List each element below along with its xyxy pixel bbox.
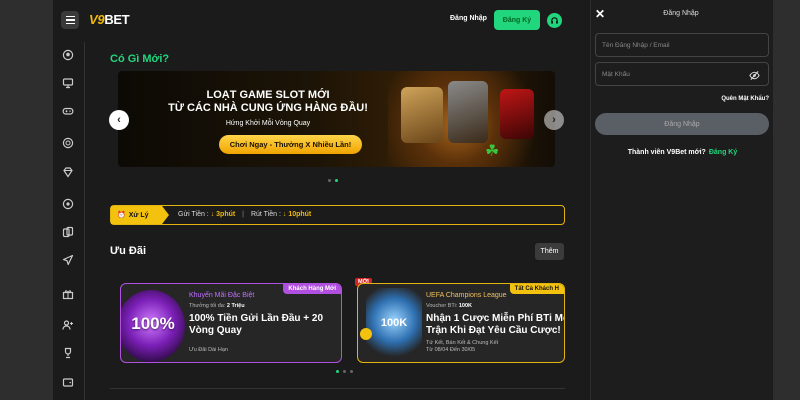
login-panel-title: Đăng Nhập — [663, 10, 699, 17]
promotions-title: Ưu Đãi — [110, 245, 147, 257]
whats-new-title: Có Gì Mới? — [110, 53, 170, 65]
banner-prev-button[interactable]: ‹ — [109, 110, 129, 130]
more-promotions-button[interactable]: Thêm — [535, 243, 564, 260]
promo-voucher: Voucher BTi: 100K — [426, 303, 472, 309]
processing-tag-label: Xử Lý — [128, 211, 149, 219]
password-input[interactable] — [595, 62, 769, 86]
banner-next-button[interactable]: › — [544, 110, 564, 130]
promo-dot[interactable] — [343, 370, 346, 373]
mummy-character-image — [401, 87, 443, 143]
promo-art-text: 100% — [131, 314, 175, 333]
login-submit-button[interactable]: Đăng Nhập — [595, 113, 769, 135]
banner-dot[interactable] — [328, 179, 331, 182]
sports-ball-icon[interactable] — [61, 48, 75, 62]
withdraw-label: Rút Tiền : — [250, 211, 281, 218]
promo-minor-value: 100K — [458, 303, 472, 309]
promo-headline: Nhận 1 Cược Miễn Phí BTi Mỗi Trận Khi Đạ… — [426, 313, 565, 336]
logo-suffix: BET — [104, 12, 130, 27]
rocket-icon[interactable] — [61, 253, 75, 267]
clover-icon: ☘ — [485, 143, 500, 160]
processing-times: Gửi Tiền : ↓ 3phút | Rút Tiền : ↓ 10phút — [178, 211, 311, 218]
monitor-icon[interactable] — [61, 76, 75, 90]
add-user-icon[interactable] — [61, 318, 75, 332]
coin-icon — [360, 328, 372, 340]
new-member-prompt: Thành viên V9Bet mới? Đăng Ký — [591, 149, 773, 156]
promo-footer-line: Từ 08/04 Đến 30/05 — [426, 347, 476, 353]
promo-tag: Khách Hàng Mới — [283, 284, 341, 294]
gentleman-character-image — [500, 89, 534, 139]
ticker-divider: | — [242, 211, 244, 218]
gamepad-icon[interactable] — [61, 104, 75, 118]
slot-promo-banner[interactable]: ☘ LOẠT GAME SLOT MỚI TỪ CÁC NHÀ CUNG ỨNG… — [118, 71, 555, 167]
promo-pagination — [336, 370, 353, 373]
promo-footer-line: Tứ Kết, Bán Kết & Chung Kết — [426, 340, 499, 346]
promo-dot-active[interactable] — [336, 370, 339, 373]
eye-off-icon[interactable] — [749, 68, 761, 80]
banner-cta-button[interactable]: Chơi Ngay - Thưởng X Nhiều Lần! — [219, 135, 362, 154]
clock-icon: ⏰ — [117, 212, 126, 219]
forgot-password-link[interactable]: Quên Mật Khẩu? — [721, 96, 769, 102]
section-divider — [110, 388, 565, 389]
promo-kicker: Khuyến Mãi Đặc Biệt — [189, 292, 255, 299]
page-margin-left — [0, 0, 53, 400]
deposit-time: ↓ 3phút — [210, 211, 236, 218]
logo[interactable]: V9BET — [89, 12, 130, 27]
promo-dot[interactable] — [350, 370, 353, 373]
top-bar: V9BET Đăng Nhập Đăng Ký — [53, 0, 590, 42]
promo-card-welcome[interactable]: 100% Khách Hàng Mới Khuyến Mãi Đặc Biệt … — [120, 283, 342, 363]
promo-art-text: 100K — [380, 317, 408, 329]
promo-footer: Tứ Kết, Bán Kết & Chung Kết Từ 08/04 Đến… — [426, 340, 498, 354]
banner-dot-active[interactable] — [335, 179, 338, 182]
promo-minor-value: 2 Triệu — [226, 303, 245, 309]
promo-footer: Ưu Đãi Dài Hạn — [189, 347, 228, 354]
gift-icon[interactable] — [61, 287, 75, 301]
withdraw-time: ↓ 10phút — [282, 211, 312, 218]
logo-prefix: V9 — [89, 12, 105, 27]
cards-icon[interactable] — [61, 225, 75, 239]
deposit-label: Gửi Tiền : — [178, 211, 209, 218]
promo-footer-line: Ưu Đãi Dài Hạn — [189, 347, 228, 353]
trophy-icon[interactable] — [61, 346, 75, 360]
processing-time-bar: ⏰ Xử Lý Gửi Tiền : ↓ 3phút | Rút Tiền : … — [110, 205, 565, 225]
headset-icon[interactable] — [547, 13, 562, 28]
sidebar — [53, 42, 85, 400]
banner-subline: Hứng Khởi Mỗi Vòng Quay — [225, 120, 311, 127]
promo-tag: Tất Cả Khách H — [509, 284, 564, 294]
app-frame: V9BET Đăng Nhập Đăng Ký Có Gì Mới? ☘ LOẠ… — [53, 0, 773, 400]
casino-chip-icon[interactable] — [61, 136, 75, 150]
wizard-character-image — [448, 81, 488, 143]
promo-headline: 100% Tiền Gửi Lần Đầu + 20 Vòng Quay — [189, 313, 324, 336]
banner-pagination — [328, 179, 338, 182]
banner-headline: LOẠT GAME SLOT MỚI TỪ CÁC NHÀ CUNG ỨNG H… — [168, 89, 368, 115]
promo-kicker: UEFA Champions League — [426, 292, 507, 299]
header-login-link[interactable]: Đăng Nhập — [450, 15, 487, 22]
promo-minor-label: Thưởng tối đa: — [189, 303, 226, 309]
promo-max-bonus: Thưởng tối đa: 2 Triệu — [189, 303, 245, 309]
diamond-icon[interactable] — [61, 165, 75, 179]
new-member-text: Thành viên V9Bet mới? — [627, 149, 706, 156]
menu-icon[interactable] — [61, 11, 79, 29]
promo-minor-label: Voucher BTi: — [426, 303, 458, 309]
username-input[interactable] — [595, 33, 769, 57]
banner-headline-line-1: LOẠT GAME SLOT MỚI — [206, 89, 330, 101]
page-margin-right — [773, 0, 800, 400]
login-panel: ✕ Đăng Nhập Quên Mật Khẩu? Đăng Nhập Thà… — [590, 0, 773, 400]
wallet-icon[interactable] — [61, 375, 75, 389]
panel-register-link[interactable]: Đăng Ký — [709, 149, 737, 156]
banner-headline-line-2: TỪ CÁC NHÀ CUNG ỨNG HÀNG ĐẦU! — [168, 102, 368, 114]
lottery-icon[interactable] — [61, 197, 75, 211]
processing-tag: ⏰ Xử Lý — [111, 206, 169, 224]
header-register-button[interactable]: Đăng Ký — [494, 10, 540, 30]
promo-card-ucl[interactable]: 100K Tất Cả Khách H UEFA Champions Leagu… — [357, 283, 565, 363]
